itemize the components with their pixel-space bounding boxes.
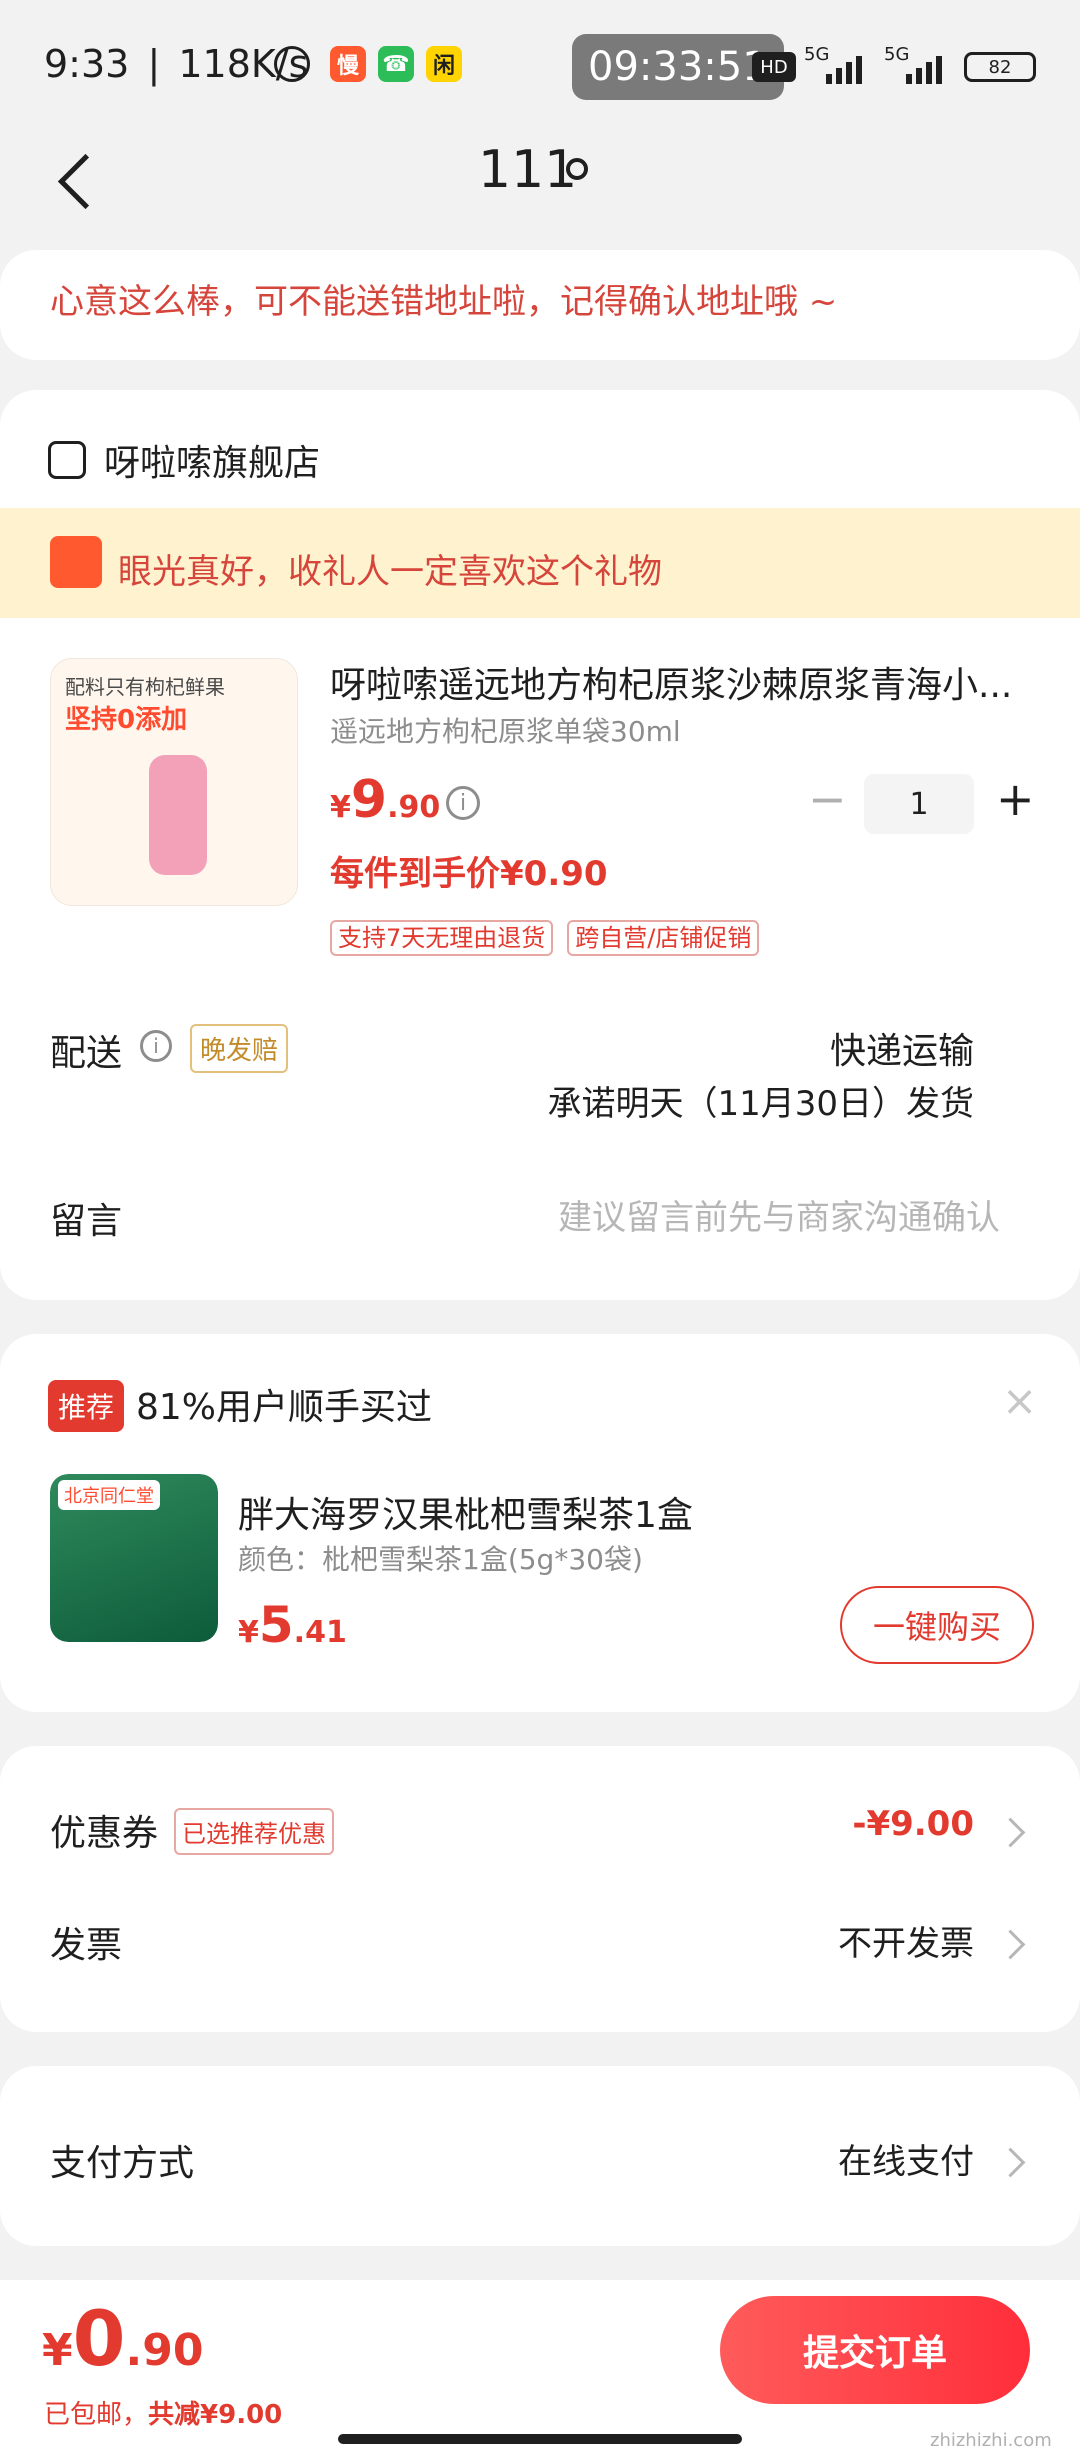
one-click-buy-button[interactable]: 一键购买 bbox=[840, 1586, 1034, 1664]
phone-icon: ☎ bbox=[378, 46, 414, 82]
shop-row[interactable]: 呀啦嗦旗舰店 bbox=[48, 430, 320, 490]
coupon-value[interactable]: -¥9.00 bbox=[852, 1804, 974, 1844]
payment-card: 支付方式 在线支付 bbox=[0, 2066, 1080, 2246]
shop-icon bbox=[48, 441, 86, 479]
recommend-price: ¥5.41 bbox=[238, 1596, 347, 1654]
invoice-label: 发票 bbox=[50, 1925, 123, 1966]
recommend-product-image[interactable]: 北京同仁堂 bbox=[50, 1474, 218, 1642]
recommend-product-title[interactable]: 胖大海罗汉果枇杷雪梨茶1盒 bbox=[238, 1486, 693, 1538]
gift-banner-text: 眼光真好，收礼人一定喜欢这个礼物 bbox=[118, 552, 662, 592]
total-price: ¥0.90 bbox=[42, 2294, 204, 2383]
recommend-card: 推荐 81%用户顺手买过 × 北京同仁堂 胖大海罗汉果枇杷雪梨茶1盒 颜色：枇杷… bbox=[0, 1334, 1080, 1712]
coupon-label: 优惠券 bbox=[50, 1813, 159, 1854]
payment-label: 支付方式 bbox=[50, 2143, 195, 2184]
coupon-chevron-right-icon bbox=[995, 1817, 1026, 1848]
watermark: zhizhizhi.com bbox=[930, 2430, 1052, 2451]
payment-value[interactable]: 在线支付 bbox=[838, 2134, 974, 2183]
product-title[interactable]: 呀啦嗦遥远地方枸杞原浆沙棘原浆青海小... bbox=[330, 656, 1050, 708]
product-price: ¥9.90 bbox=[330, 770, 441, 830]
status-bar: 9:33 | 118K/s 慢 ☎ 闲 09:33:51 HD 5G 5G 82 bbox=[0, 0, 1080, 130]
product-tags: 支持7天无理由退货 跨自营/店铺促销 bbox=[330, 920, 760, 956]
delivery-label: 配送 bbox=[50, 1033, 123, 1074]
product-image-subtitle: 配料只有枸杞鲜果 bbox=[65, 675, 225, 699]
shipping-and-discount: 已包邮，共减¥9.00 bbox=[44, 2394, 282, 2431]
recommend-title: 81%用户顺手买过 bbox=[136, 1387, 433, 1428]
quantity-stepper: − 1 + bbox=[808, 774, 1038, 834]
promotion-tag: 跨自营/店铺促销 bbox=[567, 920, 760, 956]
recommend-product-spec: 颜色：枇杷雪梨茶1盒(5g*30袋) bbox=[238, 1543, 643, 1576]
battery-indicator: 82 bbox=[964, 52, 1036, 82]
recommend-badge: 推荐 bbox=[48, 1380, 125, 1432]
brand-label: 北京同仁堂 bbox=[58, 1480, 160, 1510]
submit-order-button[interactable]: 提交订单 bbox=[720, 2296, 1030, 2404]
alarm-icon bbox=[274, 46, 310, 82]
price-info-icon[interactable]: i bbox=[446, 786, 480, 820]
invoice-value[interactable]: 不开发票 bbox=[838, 1916, 974, 1965]
hd-indicator: HD bbox=[752, 52, 796, 82]
header: 111 bbox=[0, 130, 1080, 240]
location-pin-icon[interactable] bbox=[566, 158, 588, 180]
quantity-value[interactable]: 1 bbox=[864, 774, 974, 834]
return-policy-tag: 支持7天无理由退货 bbox=[330, 920, 554, 956]
delivery-method: 快递运输 bbox=[829, 1031, 974, 1072]
product-image-headline: 坚持0添加 bbox=[65, 705, 188, 735]
minus-button[interactable]: − bbox=[808, 776, 847, 822]
product-spec: 遥远地方枸杞原浆单袋30ml bbox=[330, 715, 681, 748]
delivery-promise: 承诺明天（11月30日）发货 bbox=[547, 1084, 974, 1124]
app-icon-2: 闲 bbox=[426, 46, 462, 82]
home-indicator[interactable] bbox=[338, 2434, 742, 2444]
app-icon-1: 慢 bbox=[330, 46, 366, 82]
invoice-chevron-right-icon bbox=[995, 1929, 1026, 1960]
discount-text: 共减¥9.00 bbox=[148, 2400, 283, 2430]
order-card: 呀啦嗦旗舰店 眼光真好，收礼人一定喜欢这个礼物 配料只有枸杞鲜果 坚持0添加 呀… bbox=[0, 390, 1080, 1300]
signal-2: 5G bbox=[884, 44, 950, 84]
gift-banner: 眼光真好，收礼人一定喜欢这个礼物 bbox=[0, 508, 1080, 618]
checkout-footer: ¥0.90 已包邮，共减¥9.00 提交订单 zhizhizhi.com bbox=[0, 2280, 1080, 2460]
status-time: 9:33 | 118K/s bbox=[44, 42, 309, 86]
signal-1: 5G bbox=[804, 44, 870, 84]
product-bottle bbox=[149, 755, 207, 875]
per-item-price: 每件到手价¥0.90 bbox=[330, 854, 608, 894]
plus-button[interactable]: + bbox=[996, 776, 1035, 822]
chevron-left-icon bbox=[57, 153, 114, 210]
coupon-tag: 已选推荐优惠 bbox=[174, 1808, 334, 1855]
message-input[interactable]: 建议留言前先与商家沟通确认 bbox=[558, 1190, 1000, 1239]
delivery-info-icon[interactable]: i bbox=[140, 1030, 172, 1062]
payment-chevron-right-icon bbox=[995, 2147, 1026, 2178]
address-notice-text: 心意这么棒，可不能送错地址啦，记得确认地址哦 ~ bbox=[50, 282, 838, 322]
message-label: 留言 bbox=[50, 1201, 123, 1242]
shop-name: 呀啦嗦旗舰店 bbox=[104, 443, 321, 484]
coupon-invoice-card: 优惠券 已选推荐优惠 -¥9.00 发票 不开发票 bbox=[0, 1746, 1080, 2032]
shipping-text: 已包邮， bbox=[44, 2400, 149, 2430]
back-button[interactable] bbox=[50, 150, 114, 210]
header-title: 111 bbox=[478, 140, 578, 200]
address-notice-card: 心意这么棒，可不能送错地址啦，记得确认地址哦 ~ bbox=[0, 250, 1080, 360]
late-compensation-tag: 晚发赔 bbox=[190, 1024, 289, 1073]
gift-icon bbox=[50, 536, 102, 588]
close-icon[interactable]: × bbox=[1002, 1376, 1037, 1425]
product-image[interactable]: 配料只有枸杞鲜果 坚持0添加 bbox=[50, 658, 298, 906]
